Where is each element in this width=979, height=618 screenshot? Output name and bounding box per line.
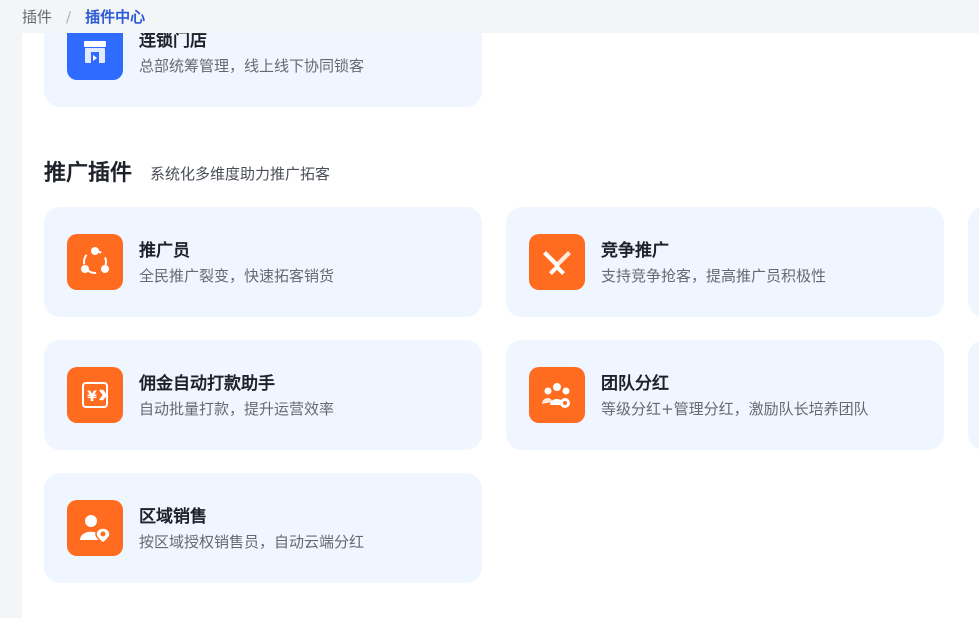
plugin-card-competitive-promotion[interactable]: 竞争推广 支持竞争抢客，提高推广员积极性 xyxy=(506,207,944,317)
plugin-title: 团队分红 xyxy=(601,374,669,394)
plugin-card-auto-payout[interactable]: ¥ 佣金自动打款助手 自动批量打款，提升运营效率 xyxy=(44,340,482,450)
plugin-desc: 全民推广裂变，快速拓客销货 xyxy=(139,267,335,285)
breadcrumb-current: 插件中心 xyxy=(85,8,146,26)
plugin-desc: 总部统筹管理，线上线下协同锁客 xyxy=(139,57,365,75)
yen-payment-icon: ¥ xyxy=(67,367,123,423)
svg-text:¥: ¥ xyxy=(87,389,97,405)
plugin-desc: 按区域授权销售员，自动云端分红 xyxy=(139,533,365,551)
plugin-title: 区域销售 xyxy=(139,507,207,527)
plugin-title: 推广员 xyxy=(139,241,190,261)
plugin-card-store[interactable]: 连锁门店 总部统筹管理，线上线下协同锁客 xyxy=(44,33,482,107)
plugin-card-partial[interactable] xyxy=(968,340,979,450)
plugin-desc: 等级分红+管理分红，激励队长培养团队 xyxy=(601,400,869,418)
section-subtitle: 系统化多维度助力推广拓客 xyxy=(150,165,331,183)
user-location-icon xyxy=(67,500,123,556)
share-network-icon xyxy=(67,234,123,290)
breadcrumb: 插件 / 插件中心 xyxy=(0,0,979,33)
plugin-desc: 支持竞争抢客，提高推广员积极性 xyxy=(601,267,827,285)
plugin-card-promoter[interactable]: 推广员 全民推广裂变，快速拓客销货 xyxy=(44,207,482,317)
plugin-title: 连锁门店 xyxy=(139,33,207,51)
store-icon xyxy=(67,33,123,80)
team-icon xyxy=(529,367,585,423)
plugin-card-regional-sales[interactable]: 区域销售 按区域授权销售员，自动云端分红 xyxy=(44,473,482,583)
plugin-desc: 自动批量打款，提升运营效率 xyxy=(139,400,335,418)
breadcrumb-root[interactable]: 插件 xyxy=(22,6,52,27)
plugin-title: 竞争推广 xyxy=(601,241,669,261)
plugin-title: 佣金自动打款助手 xyxy=(139,374,275,394)
breadcrumb-separator: / xyxy=(66,7,72,26)
plugin-card-partial[interactable] xyxy=(968,207,979,317)
section-title: 推广插件 xyxy=(44,161,133,186)
crossed-swords-icon xyxy=(529,234,585,290)
plugin-center-content: 连锁门店 总部统筹管理，线上线下协同锁客 推广插件 系统化多维度助力推广拓客 推… xyxy=(22,33,979,618)
plugin-card-team-dividend[interactable]: 团队分红 等级分红+管理分红，激励队长培养团队 xyxy=(506,340,944,450)
